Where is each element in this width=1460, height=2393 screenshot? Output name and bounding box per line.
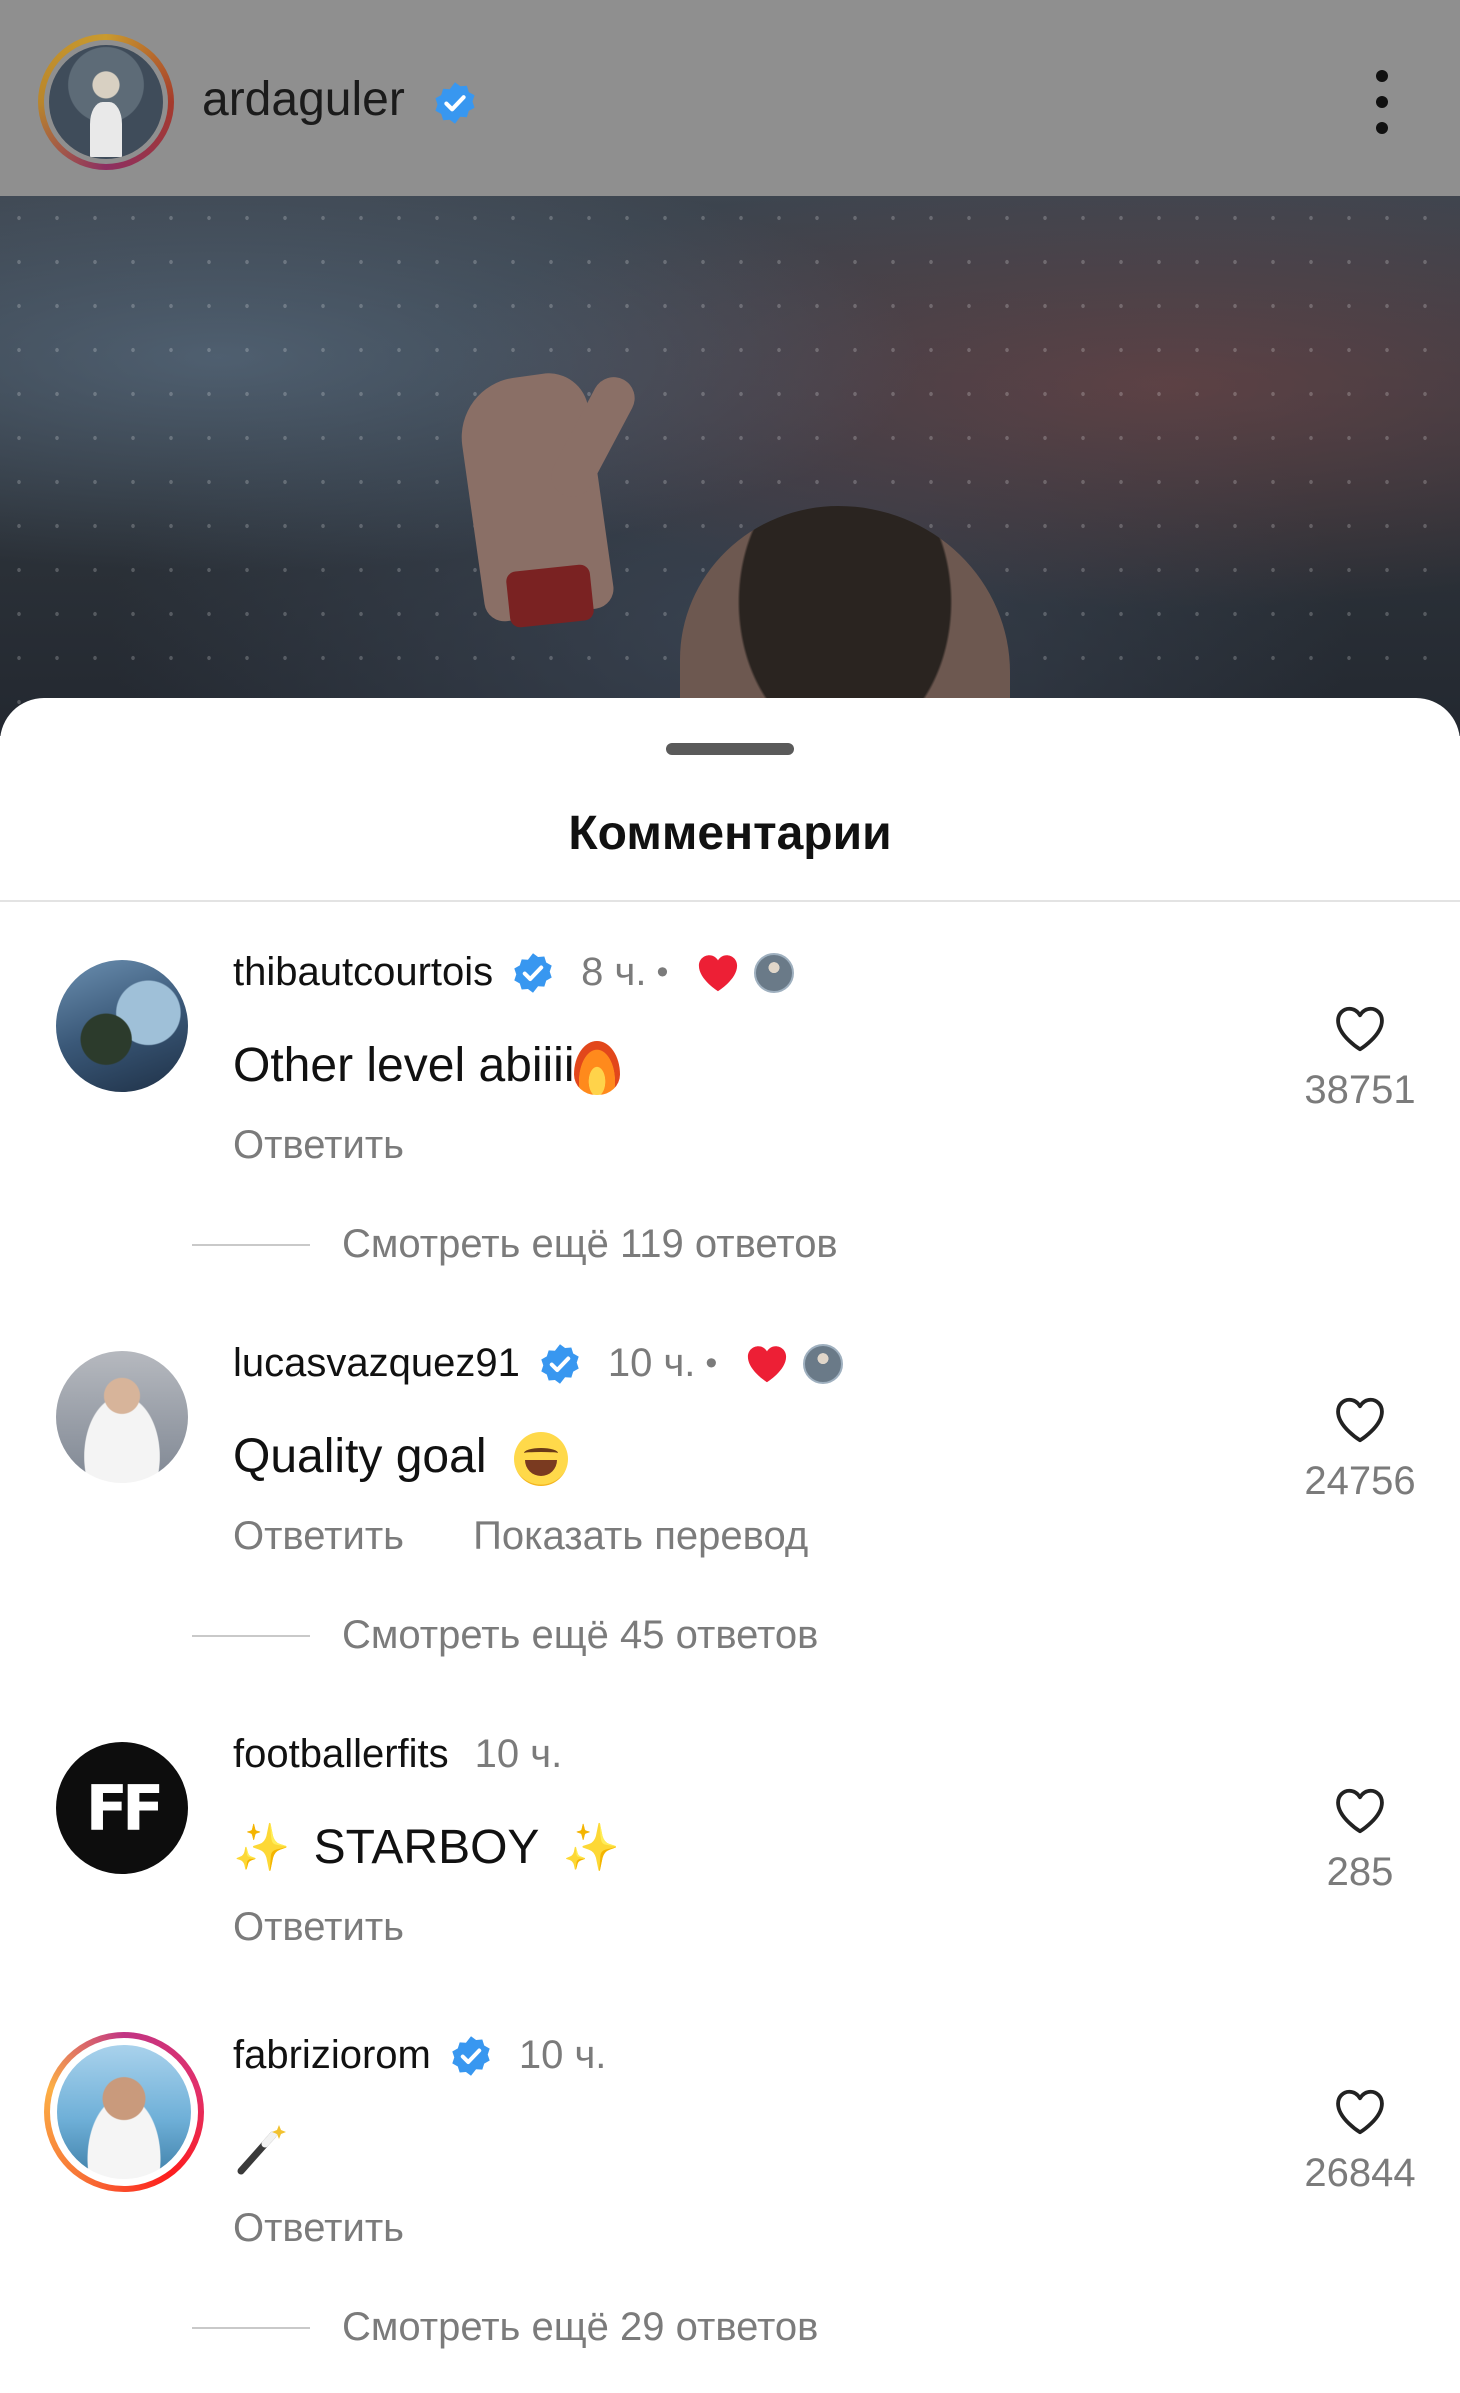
- author-username[interactable]: ardaguler: [202, 72, 405, 127]
- commenter-avatar[interactable]: [56, 1351, 188, 1483]
- view-replies-button[interactable]: Смотреть ещё 29 ответов: [192, 2305, 818, 2350]
- sheet-title: Комментарии: [568, 807, 892, 860]
- post-photo[interactable]: [0, 196, 1460, 736]
- comment-text: Other level abiiii: [233, 1039, 575, 1092]
- like-heart-icon[interactable]: [1333, 1786, 1387, 1836]
- reply-button[interactable]: Ответить: [233, 1514, 404, 1558]
- comments-sheet: Комментарии thibautcourtois 8 ч. • Other…: [0, 698, 1460, 2393]
- author-mini-avatar: [803, 1343, 844, 1384]
- divider: [0, 900, 1460, 902]
- grinning-squinting-face-emoji-icon: [513, 1432, 568, 1487]
- like-count: 24756: [1304, 1459, 1416, 1503]
- commenter-avatar[interactable]: [57, 2045, 191, 2179]
- fire-emoji-icon: [574, 1041, 621, 1096]
- separator-dot: •: [705, 1344, 718, 1382]
- instagram-post-comments-screen: ardaguler Комментарии thibautcourtois 8 …: [0, 0, 1460, 2393]
- sparkles-emoji-icon: ✨: [233, 1821, 291, 1873]
- more-vertical-icon[interactable]: [1370, 70, 1394, 134]
- like-count: 285: [1326, 1850, 1394, 1894]
- liked-by-author-heart-icon: [699, 954, 738, 991]
- like-heart-icon[interactable]: [1333, 2087, 1387, 2137]
- commenter-username[interactable]: lucasvazquez91: [233, 1341, 520, 1386]
- like-heart-icon[interactable]: [1333, 1004, 1387, 1054]
- show-translation-button[interactable]: Показать перевод: [473, 1514, 808, 1558]
- commenter-avatar[interactable]: [56, 960, 188, 1092]
- author-mini-avatar: [754, 952, 795, 993]
- like-count: 26844: [1304, 2151, 1416, 2195]
- sheet-drag-handle[interactable]: [666, 743, 794, 755]
- author-avatar-story-ring[interactable]: [38, 34, 174, 170]
- sparkles-emoji-icon: ✨: [562, 1821, 621, 1873]
- reply-button[interactable]: Ответить: [233, 1905, 404, 1949]
- commenter-username[interactable]: fabriziorom: [233, 2033, 431, 2078]
- comment-time: 10 ч.: [518, 2033, 607, 2077]
- verified-badge-icon: [432, 80, 478, 126]
- reply-button[interactable]: Ответить: [233, 2206, 404, 2250]
- comment-time: 8 ч.: [581, 950, 647, 994]
- liked-by-author-heart-icon: [748, 1345, 787, 1382]
- comment-text: Quality goal: [233, 1430, 487, 1483]
- commenter-username[interactable]: footballerfits: [233, 1732, 449, 1777]
- verified-badge-icon: [511, 951, 555, 995]
- magic-wand-emoji-icon: [237, 2125, 286, 2175]
- reply-button[interactable]: Ответить: [233, 1123, 404, 1167]
- verified-badge-icon: [449, 2034, 493, 2078]
- separator-dot: •: [656, 953, 669, 991]
- view-replies-button[interactable]: Смотреть ещё 119 ответов: [192, 1222, 838, 1267]
- view-replies-button[interactable]: Смотреть ещё 45 ответов: [192, 1613, 818, 1658]
- post-header: ardaguler: [0, 0, 1460, 196]
- avatar-logo-text: FF: [85, 1771, 165, 1845]
- verified-badge-icon: [538, 1342, 582, 1386]
- comment-time: 10 ч.: [474, 1732, 563, 1776]
- commenter-avatar[interactable]: FF: [56, 1742, 188, 1874]
- commenter-username[interactable]: thibautcourtois: [233, 950, 493, 995]
- like-heart-icon[interactable]: [1333, 1395, 1387, 1445]
- comment-time: 10 ч.: [607, 1341, 696, 1385]
- like-count: 38751: [1304, 1068, 1416, 1112]
- author-avatar[interactable]: [49, 45, 163, 159]
- comment-text: STARBOY: [313, 1821, 540, 1874]
- commenter-avatar-story-ring[interactable]: [44, 2032, 204, 2192]
